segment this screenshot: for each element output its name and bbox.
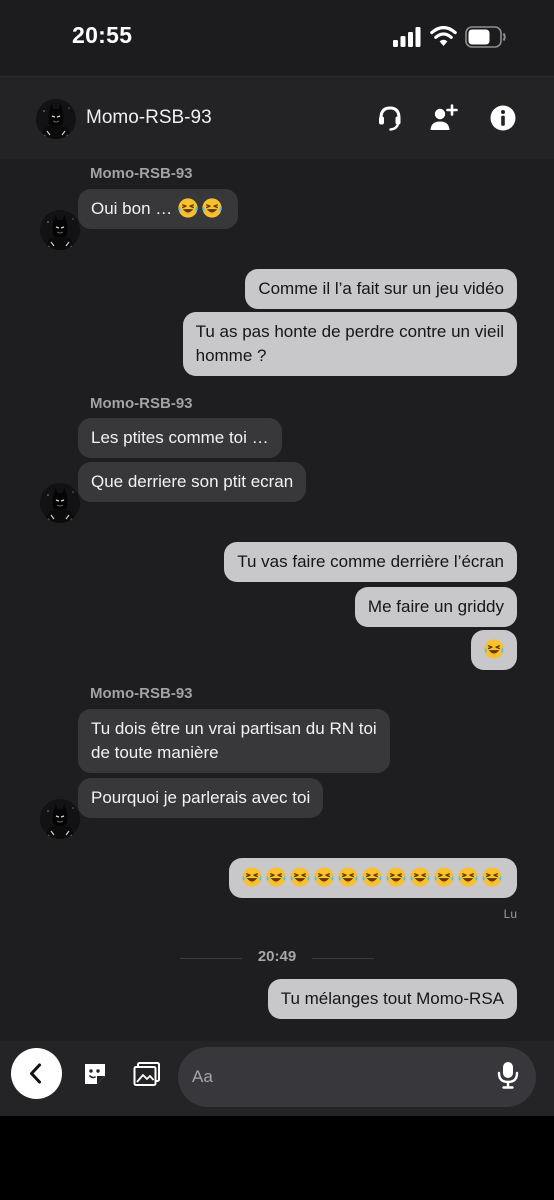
message-list[interactable]: Momo-RSB-93 Oui bon … Comme il l’a fait …	[0, 159, 554, 1041]
time-divider: 20:49	[180, 948, 374, 968]
sender-name: Momo-RSB-93	[90, 165, 193, 182]
read-receipt: Lu	[503, 907, 517, 921]
sender-avatar[interactable]	[40, 210, 80, 250]
laughing-emoji-icon	[433, 866, 455, 888]
laughing-emoji-icon	[241, 866, 263, 888]
message-text: Que derriere son ptit ecran	[91, 472, 294, 491]
laughing-emoji-icon	[409, 866, 431, 888]
message-text: Comme il l’a fait sur un jeu vidéo	[258, 279, 504, 298]
message-bubble[interactable]: Les ptites comme toi …	[78, 418, 282, 458]
add-user-icon[interactable]	[428, 103, 458, 133]
headset-icon[interactable]	[375, 103, 405, 133]
message-bubble[interactable]: Oui bon …	[78, 189, 238, 229]
message-bubble[interactable]	[229, 858, 517, 898]
message-bubble[interactable]: Comme il l’a fait sur un jeu vidéo	[245, 269, 517, 309]
sender-avatar[interactable]	[40, 483, 80, 523]
status-time: 20:55	[72, 22, 133, 48]
wifi-icon	[430, 25, 457, 46]
microphone-icon[interactable]	[495, 1061, 521, 1089]
divider-line	[312, 958, 374, 959]
chat-screen: 20:55 Momo-RSB-93 Momo-RSB-93 Oui bon … …	[0, 0, 554, 1200]
contact-name[interactable]: Momo-RSB-93	[86, 107, 212, 129]
message-input-placeholder: Aa	[192, 1067, 213, 1086]
message-text-line: homme ?	[195, 346, 267, 365]
info-icon[interactable]	[488, 103, 518, 133]
composer-bar: Aa	[0, 1041, 554, 1116]
message-text-line: Tu as pas honte de perdre contre un viei…	[195, 322, 504, 341]
laughing-emoji-icon	[385, 866, 407, 888]
message-text: Tu vas faire comme derrière l’écran	[237, 552, 504, 571]
laughing-emoji-icon	[457, 866, 479, 888]
sender-avatar[interactable]	[40, 799, 80, 839]
message-text: Les ptites comme toi …	[91, 428, 269, 447]
sticker-icon[interactable]	[82, 1061, 108, 1087]
laughing-emoji-icon	[289, 866, 311, 888]
chevron-left-icon	[30, 1063, 41, 1084]
battery-icon	[465, 26, 506, 48]
message-text-line: Tu dois être un vrai partisan du RN toi	[91, 719, 377, 738]
message-text-line: de toute manière	[91, 743, 219, 762]
message-text: Pourquoi je parlerais avec toi	[91, 788, 311, 807]
laughing-emoji-icon	[361, 866, 383, 888]
cellular-signal-icon	[393, 27, 421, 47]
laughing-emoji-icon	[201, 197, 223, 219]
sender-name: Momo-RSB-93	[90, 685, 193, 702]
status-bar: 20:55	[0, 0, 554, 76]
message-text: Me faire un griddy	[367, 597, 504, 616]
message-bubble[interactable]: Pourquoi je parlerais avec toi	[78, 778, 324, 818]
message-bubble[interactable]: Tu as pas honte de perdre contre un viei…	[182, 312, 517, 376]
laughing-emoji-icon	[337, 866, 359, 888]
message-bubble[interactable]: Tu mélanges tout Momo-RSA	[267, 979, 517, 1019]
message-text: Tu mélanges tout Momo-RSA	[280, 989, 504, 1008]
message-bubble[interactable]: Tu dois être un vrai partisan du RN toi …	[78, 709, 390, 773]
contact-avatar[interactable]	[36, 99, 76, 139]
message-bubble[interactable]: Me faire un griddy	[354, 587, 517, 627]
divider-time: 20:49	[257, 948, 297, 965]
message-bubble[interactable]: Tu vas faire comme derrière l’écran	[224, 542, 517, 582]
message-bubble[interactable]: Que derriere son ptit ecran	[78, 462, 307, 502]
laughing-emoji-icon	[483, 638, 505, 660]
image-icon[interactable]	[133, 1061, 161, 1087]
message-input[interactable]	[178, 1047, 536, 1107]
sender-name: Momo-RSB-93	[90, 395, 193, 412]
chat-header: Momo-RSB-93	[0, 76, 554, 159]
laughing-emoji-icon	[313, 866, 335, 888]
message-text: Oui bon …	[91, 199, 177, 218]
laughing-emoji-icon	[481, 866, 503, 888]
laughing-emoji-icon	[265, 866, 287, 888]
message-bubble[interactable]	[471, 630, 517, 670]
laughing-emoji-icon	[177, 197, 199, 219]
back-button[interactable]	[11, 1048, 62, 1099]
